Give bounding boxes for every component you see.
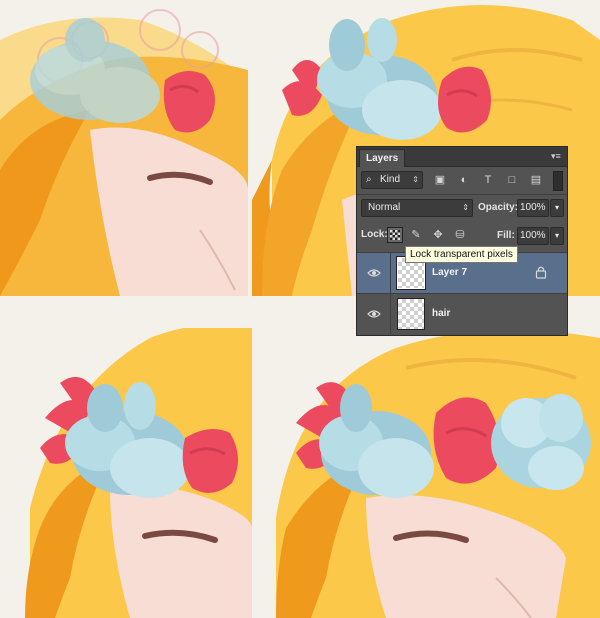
filter-kind-value: Kind: [380, 174, 401, 185]
filter-toggle-switch[interactable]: [553, 171, 563, 191]
layer-name[interactable]: Layer 7: [432, 265, 467, 281]
pixel-layer-filter-icon[interactable]: ▣: [433, 173, 447, 187]
illustration-step-1: [0, 0, 248, 296]
layers-tab[interactable]: Layers: [359, 149, 406, 167]
opacity-label: Opacity:: [478, 202, 519, 213]
lock-position-move-icon[interactable]: ✥: [431, 228, 445, 242]
layers-panel: Layers ▾≡ ⌕ Kind ⇕ ▣ ◐ T □ ▤ Normal ⇕ Op…: [356, 146, 568, 336]
checkerboard-icon: [390, 230, 400, 240]
divider: [390, 294, 391, 334]
blend-mode-value: Normal: [368, 202, 401, 213]
chevron-updown-icon: ⇕: [462, 203, 469, 212]
opacity-input[interactable]: 100%: [517, 199, 549, 217]
lock-all-icon[interactable]: ⛁: [453, 228, 467, 242]
fill-label: Fill:: [497, 230, 515, 241]
blend-mode-select[interactable]: Normal ⇕: [361, 199, 473, 217]
adjustment-layer-filter-icon[interactable]: ◐: [457, 173, 471, 187]
layers-tab-bar: Layers ▾≡: [357, 147, 567, 167]
illustration-step-4: [256, 328, 600, 618]
lock-transparent-pixels-tooltip: Lock transparent pixels: [405, 246, 518, 263]
panel-menu-icon[interactable]: ▾≡: [551, 151, 563, 161]
visibility-eye-icon[interactable]: [367, 307, 381, 321]
layer-name[interactable]: hair: [432, 306, 450, 322]
divider: [357, 194, 567, 195]
type-layer-filter-icon[interactable]: T: [481, 173, 495, 187]
lock-label: Lock:: [361, 229, 388, 240]
filter-kind-select[interactable]: ⌕ Kind ⇕: [361, 171, 423, 189]
layer-thumbnail[interactable]: [397, 298, 425, 330]
chevron-down-icon: ▾: [554, 231, 559, 240]
illustration-step-3: [0, 328, 252, 618]
search-icon: ⌕: [366, 174, 372, 185]
fill-input[interactable]: 100%: [517, 227, 549, 245]
lock-transparent-pixels-button[interactable]: [387, 227, 403, 243]
shape-layer-filter-icon[interactable]: □: [505, 173, 519, 187]
layer-row-hair[interactable]: hair: [357, 293, 567, 334]
chevron-down-icon: ▾: [554, 203, 559, 212]
lock-image-pixels-brush-icon[interactable]: ✎: [409, 228, 423, 242]
chevron-updown-icon: ⇕: [412, 175, 419, 184]
visibility-eye-icon[interactable]: [367, 266, 381, 280]
opacity-dropdown-button[interactable]: ▾: [550, 199, 564, 217]
lock-icon: [535, 266, 547, 279]
smart-object-filter-icon[interactable]: ▤: [529, 173, 543, 187]
divider: [390, 253, 391, 293]
fill-dropdown-button[interactable]: ▾: [550, 227, 564, 245]
